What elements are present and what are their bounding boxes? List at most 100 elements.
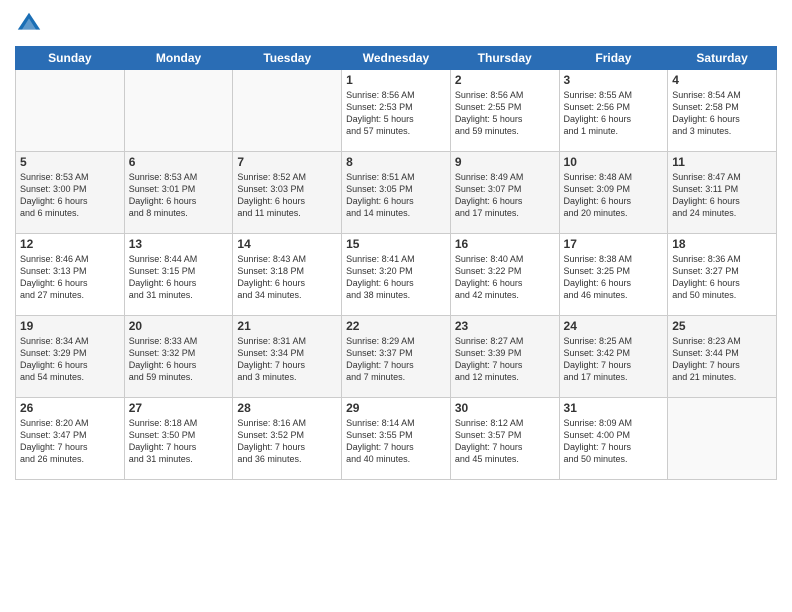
day-number: 29 xyxy=(346,401,446,415)
calendar-cell xyxy=(233,70,342,152)
calendar-cell: 30 Sunrise: 8:12 AM Sunset: 3:57 PM Dayli… xyxy=(450,398,559,480)
day-info: Sunrise: 8:25 AM Sunset: 3:42 PM Dayligh… xyxy=(564,335,664,384)
day-number: 6 xyxy=(129,155,229,169)
day-number: 23 xyxy=(455,319,555,333)
calendar-cell: 12 Sunrise: 8:46 AM Sunset: 3:13 PM Dayli… xyxy=(16,234,125,316)
calendar-cell: 31 Sunrise: 8:09 AM Sunset: 4:00 PM Dayli… xyxy=(559,398,668,480)
page: SundayMondayTuesdayWednesdayThursdayFrid… xyxy=(0,0,792,612)
calendar-cell: 28Sunrise: 8:16 AM Sunset: 3:52 PM Dayli… xyxy=(233,398,342,480)
header xyxy=(15,10,777,38)
day-number: 15 xyxy=(346,237,446,251)
calendar-week-row: 1 Sunrise: 8:56 AM Sunset: 2:53 PM Daylig… xyxy=(16,70,777,152)
day-info: Sunrise: 8:55 AM Sunset: 2:56 PM Dayligh… xyxy=(564,89,664,138)
day-number: 12 xyxy=(20,237,120,251)
calendar-cell: 15Sunrise: 8:41 AM Sunset: 3:20 PM Dayli… xyxy=(342,234,451,316)
calendar-week-row: 26 Sunrise: 8:20 AM Sunset: 3:47 PM Dayli… xyxy=(16,398,777,480)
day-number: 5 xyxy=(20,155,120,169)
logo-icon xyxy=(15,10,43,38)
day-info: Sunrise: 8:46 AM Sunset: 3:13 PM Dayligh… xyxy=(20,253,120,302)
day-info: Sunrise: 8:18 AM Sunset: 3:50 PM Dayligh… xyxy=(129,417,229,466)
calendar-header-friday: Friday xyxy=(559,47,668,70)
day-number: 31 xyxy=(564,401,664,415)
calendar-cell: 1 Sunrise: 8:56 AM Sunset: 2:53 PM Daylig… xyxy=(342,70,451,152)
day-number: 19 xyxy=(20,319,120,333)
calendar-header-tuesday: Tuesday xyxy=(233,47,342,70)
day-number: 14 xyxy=(237,237,337,251)
day-number: 8 xyxy=(346,155,446,169)
day-number: 16 xyxy=(455,237,555,251)
day-number: 2 xyxy=(455,73,555,87)
calendar-header-wednesday: Wednesday xyxy=(342,47,451,70)
calendar-cell: 6 Sunrise: 8:53 AM Sunset: 3:01 PM Daylig… xyxy=(124,152,233,234)
day-info: Sunrise: 8:53 AM Sunset: 3:00 PM Dayligh… xyxy=(20,171,120,220)
calendar-cell: 17 Sunrise: 8:38 AM Sunset: 3:25 PM Dayli… xyxy=(559,234,668,316)
day-number: 4 xyxy=(672,73,772,87)
calendar-cell: 24Sunrise: 8:25 AM Sunset: 3:42 PM Dayli… xyxy=(559,316,668,398)
day-number: 27 xyxy=(129,401,229,415)
calendar-cell: 7 Sunrise: 8:52 AM Sunset: 3:03 PM Daylig… xyxy=(233,152,342,234)
calendar-cell xyxy=(16,70,125,152)
day-number: 3 xyxy=(564,73,664,87)
day-number: 17 xyxy=(564,237,664,251)
day-number: 30 xyxy=(455,401,555,415)
calendar-cell: 10 Sunrise: 8:48 AM Sunset: 3:09 PM Dayli… xyxy=(559,152,668,234)
day-number: 20 xyxy=(129,319,229,333)
day-info: Sunrise: 8:36 AM Sunset: 3:27 PM Dayligh… xyxy=(672,253,772,302)
calendar-header-sunday: Sunday xyxy=(16,47,125,70)
day-number: 10 xyxy=(564,155,664,169)
calendar-header-row: SundayMondayTuesdayWednesdayThursdayFrid… xyxy=(16,47,777,70)
day-info: Sunrise: 8:44 AM Sunset: 3:15 PM Dayligh… xyxy=(129,253,229,302)
day-info: Sunrise: 8:23 AM Sunset: 3:44 PM Dayligh… xyxy=(672,335,772,384)
day-info: Sunrise: 8:34 AM Sunset: 3:29 PM Dayligh… xyxy=(20,335,120,384)
day-info: Sunrise: 8:56 AM Sunset: 2:53 PM Dayligh… xyxy=(346,89,446,138)
calendar-cell: 5 Sunrise: 8:53 AM Sunset: 3:00 PM Daylig… xyxy=(16,152,125,234)
calendar-cell: 20 Sunrise: 8:33 AM Sunset: 3:32 PM Dayli… xyxy=(124,316,233,398)
day-info: Sunrise: 8:16 AM Sunset: 3:52 PM Dayligh… xyxy=(237,417,337,466)
day-info: Sunrise: 8:51 AM Sunset: 3:05 PM Dayligh… xyxy=(346,171,446,220)
day-number: 7 xyxy=(237,155,337,169)
day-info: Sunrise: 8:49 AM Sunset: 3:07 PM Dayligh… xyxy=(455,171,555,220)
day-number: 25 xyxy=(672,319,772,333)
day-info: Sunrise: 8:33 AM Sunset: 3:32 PM Dayligh… xyxy=(129,335,229,384)
calendar-cell: 22Sunrise: 8:29 AM Sunset: 3:37 PM Dayli… xyxy=(342,316,451,398)
day-number: 22 xyxy=(346,319,446,333)
calendar-cell: 21Sunrise: 8:31 AM Sunset: 3:34 PM Dayli… xyxy=(233,316,342,398)
day-number: 11 xyxy=(672,155,772,169)
day-number: 1 xyxy=(346,73,446,87)
day-info: Sunrise: 8:12 AM Sunset: 3:57 PM Dayligh… xyxy=(455,417,555,466)
calendar-week-row: 5 Sunrise: 8:53 AM Sunset: 3:00 PM Daylig… xyxy=(16,152,777,234)
day-info: Sunrise: 8:27 AM Sunset: 3:39 PM Dayligh… xyxy=(455,335,555,384)
calendar-header-monday: Monday xyxy=(124,47,233,70)
calendar-cell: 23 Sunrise: 8:27 AM Sunset: 3:39 PM Dayli… xyxy=(450,316,559,398)
day-info: Sunrise: 8:47 AM Sunset: 3:11 PM Dayligh… xyxy=(672,171,772,220)
calendar-cell: 27 Sunrise: 8:18 AM Sunset: 3:50 PM Dayli… xyxy=(124,398,233,480)
calendar-week-row: 12 Sunrise: 8:46 AM Sunset: 3:13 PM Dayli… xyxy=(16,234,777,316)
day-info: Sunrise: 8:40 AM Sunset: 3:22 PM Dayligh… xyxy=(455,253,555,302)
calendar-cell: 9 Sunrise: 8:49 AM Sunset: 3:07 PM Daylig… xyxy=(450,152,559,234)
day-info: Sunrise: 8:38 AM Sunset: 3:25 PM Dayligh… xyxy=(564,253,664,302)
day-info: Sunrise: 8:56 AM Sunset: 2:55 PM Dayligh… xyxy=(455,89,555,138)
calendar-cell: 4 Sunrise: 8:54 AM Sunset: 2:58 PM Daylig… xyxy=(668,70,777,152)
day-number: 13 xyxy=(129,237,229,251)
day-info: Sunrise: 8:53 AM Sunset: 3:01 PM Dayligh… xyxy=(129,171,229,220)
calendar-cell: 2 Sunrise: 8:56 AM Sunset: 2:55 PM Daylig… xyxy=(450,70,559,152)
day-info: Sunrise: 8:09 AM Sunset: 4:00 PM Dayligh… xyxy=(564,417,664,466)
day-number: 18 xyxy=(672,237,772,251)
calendar-cell xyxy=(124,70,233,152)
day-info: Sunrise: 8:31 AM Sunset: 3:34 PM Dayligh… xyxy=(237,335,337,384)
calendar-table: SundayMondayTuesdayWednesdayThursdayFrid… xyxy=(15,46,777,480)
calendar-cell: 16 Sunrise: 8:40 AM Sunset: 3:22 PM Dayli… xyxy=(450,234,559,316)
day-info: Sunrise: 8:14 AM Sunset: 3:55 PM Dayligh… xyxy=(346,417,446,466)
calendar-cell: 3 Sunrise: 8:55 AM Sunset: 2:56 PM Daylig… xyxy=(559,70,668,152)
day-info: Sunrise: 8:20 AM Sunset: 3:47 PM Dayligh… xyxy=(20,417,120,466)
day-info: Sunrise: 8:48 AM Sunset: 3:09 PM Dayligh… xyxy=(564,171,664,220)
calendar-cell: 11 Sunrise: 8:47 AM Sunset: 3:11 PM Dayli… xyxy=(668,152,777,234)
day-number: 9 xyxy=(455,155,555,169)
calendar-header-saturday: Saturday xyxy=(668,47,777,70)
day-number: 26 xyxy=(20,401,120,415)
day-info: Sunrise: 8:54 AM Sunset: 2:58 PM Dayligh… xyxy=(672,89,772,138)
calendar-cell: 25 Sunrise: 8:23 AM Sunset: 3:44 PM Dayli… xyxy=(668,316,777,398)
day-info: Sunrise: 8:43 AM Sunset: 3:18 PM Dayligh… xyxy=(237,253,337,302)
day-info: Sunrise: 8:52 AM Sunset: 3:03 PM Dayligh… xyxy=(237,171,337,220)
calendar-cell: 19 Sunrise: 8:34 AM Sunset: 3:29 PM Dayli… xyxy=(16,316,125,398)
